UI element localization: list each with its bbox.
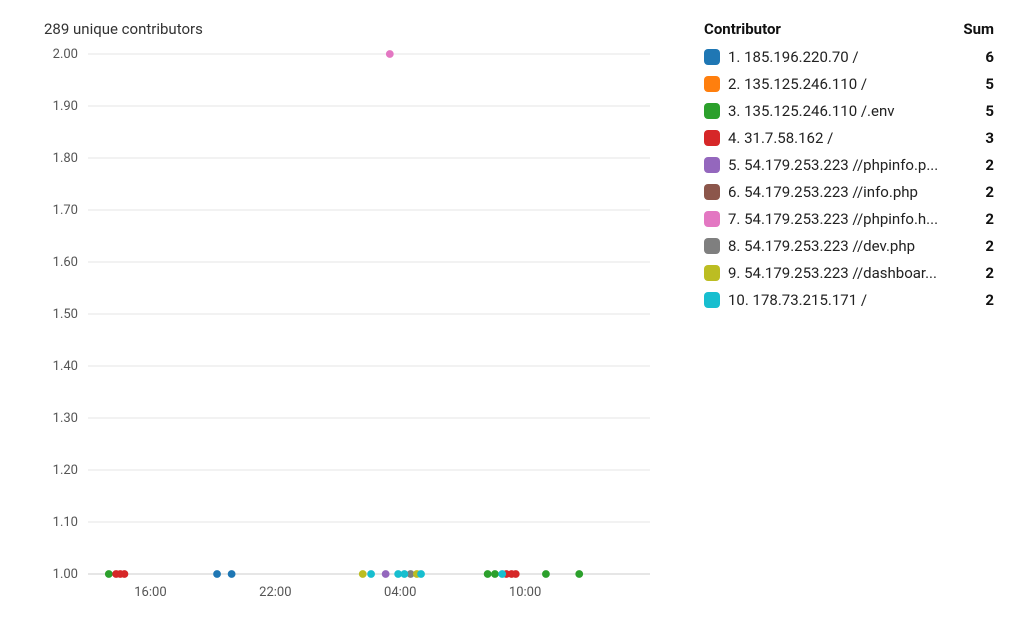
legend-label: 1. 185.196.220.70 / bbox=[728, 48, 859, 66]
legend-row-left: 3. 135.125.246.110 /.env bbox=[704, 102, 975, 120]
svg-text:1.70: 1.70 bbox=[53, 203, 78, 218]
legend-label: 10. 178.73.215.171 / bbox=[728, 291, 867, 309]
plot-area[interactable]: 1.00 1.10 1.20 1.30 1.40 1.50 1.60 1.70 1.80 1.90… bbox=[30, 48, 674, 617]
legend-row-left: 4. 31.7.58.162 / bbox=[704, 129, 975, 147]
legend-sum: 6 bbox=[975, 48, 994, 66]
legend-row-left: 2. 135.125.246.110 / bbox=[704, 75, 975, 93]
legend-label: 4. 31.7.58.162 / bbox=[728, 129, 833, 147]
legend-row-left: 8. 54.179.253.223 //dev.php bbox=[704, 237, 975, 255]
svg-text:1.10: 1.10 bbox=[53, 515, 78, 530]
chart-panel: 289 unique contributors 1.00 1.10 1.20 1.30… bbox=[30, 20, 674, 617]
legend-row[interactable]: 7. 54.179.253.223 //phpinfo.h... 2 bbox=[704, 210, 994, 228]
legend-label: 8. 54.179.253.223 //dev.php bbox=[728, 237, 915, 255]
legend-label: 7. 54.179.253.223 //phpinfo.h... bbox=[728, 210, 938, 228]
legend-label: 6. 54.179.253.223 //info.php bbox=[728, 183, 918, 201]
dashboard-container: 289 unique contributors 1.00 1.10 1.20 1.30… bbox=[0, 0, 1024, 627]
legend-row[interactable]: 1. 185.196.220.70 / 6 bbox=[704, 48, 994, 66]
svg-text:22:00: 22:00 bbox=[259, 585, 291, 600]
legend-swatch bbox=[704, 238, 720, 254]
svg-text:04:00: 04:00 bbox=[384, 585, 416, 600]
legend-sum: 2 bbox=[975, 183, 994, 201]
svg-text:10:00: 10:00 bbox=[509, 585, 541, 600]
legend-row[interactable]: 8. 54.179.253.223 //dev.php 2 bbox=[704, 237, 994, 255]
svg-text:1.60: 1.60 bbox=[53, 255, 78, 270]
chart-title: 289 unique contributors bbox=[30, 20, 674, 38]
legend-row-left: 10. 178.73.215.171 / bbox=[704, 291, 975, 309]
legend-row[interactable]: 5. 54.179.253.223 //phpinfo.p... 2 bbox=[704, 156, 994, 174]
legend-row-left: 7. 54.179.253.223 //phpinfo.h... bbox=[704, 210, 975, 228]
legend-sum: 5 bbox=[975, 75, 994, 93]
svg-text:1.30: 1.30 bbox=[53, 411, 78, 426]
legend-sum: 2 bbox=[975, 156, 994, 174]
svg-text:1.50: 1.50 bbox=[53, 307, 78, 322]
legend-label: 5. 54.179.253.223 //phpinfo.p... bbox=[728, 156, 938, 174]
legend-row[interactable]: 3. 135.125.246.110 /.env 5 bbox=[704, 102, 994, 120]
legend-swatch bbox=[704, 130, 720, 146]
scatter-chart[interactable]: 1.00 1.10 1.20 1.30 1.40 1.50 1.60 1.70 1.80 1.90… bbox=[30, 48, 660, 608]
legend-swatch bbox=[704, 211, 720, 227]
legend-row[interactable]: 2. 135.125.246.110 / 5 bbox=[704, 75, 994, 93]
legend-row[interactable]: 9. 54.179.253.223 //dashboar... 2 bbox=[704, 264, 994, 282]
legend-sum: 2 bbox=[975, 210, 994, 228]
legend-label: 2. 135.125.246.110 / bbox=[728, 75, 867, 93]
legend-label: 9. 54.179.253.223 //dashboar... bbox=[728, 264, 937, 282]
legend-swatch bbox=[704, 292, 720, 308]
legend-swatch bbox=[704, 103, 720, 119]
svg-text:16:00: 16:00 bbox=[134, 585, 166, 600]
legend-sum: 2 bbox=[975, 264, 994, 282]
svg-text:1.80: 1.80 bbox=[53, 151, 78, 166]
svg-text:1.40: 1.40 bbox=[53, 359, 78, 374]
legend-header-sum: Sum bbox=[963, 20, 994, 38]
legend-swatch bbox=[704, 76, 720, 92]
legend-header-label: Contributor bbox=[704, 20, 781, 38]
legend-sum: 2 bbox=[975, 237, 994, 255]
legend-row-left: 5. 54.179.253.223 //phpinfo.p... bbox=[704, 156, 975, 174]
legend-row-left: 1. 185.196.220.70 / bbox=[704, 48, 975, 66]
svg-text:2.00: 2.00 bbox=[53, 48, 78, 62]
legend-panel: Contributor Sum 1. 185.196.220.70 / 6 2. 1… bbox=[674, 20, 994, 617]
legend-row[interactable]: 10. 178.73.215.171 / 2 bbox=[704, 291, 994, 309]
legend-swatch bbox=[704, 49, 720, 65]
legend-sum: 2 bbox=[975, 291, 994, 309]
legend-row-left: 9. 54.179.253.223 //dashboar... bbox=[704, 264, 975, 282]
svg-text:1.00: 1.00 bbox=[53, 567, 78, 582]
legend-row-left: 6. 54.179.253.223 //info.php bbox=[704, 183, 975, 201]
legend-rows: 1. 185.196.220.70 / 6 2. 135.125.246.110 /… bbox=[704, 48, 994, 309]
legend-label: 3. 135.125.246.110 /.env bbox=[728, 102, 895, 120]
legend-sum: 3 bbox=[975, 129, 994, 147]
svg-text:1.90: 1.90 bbox=[53, 99, 78, 114]
svg-text:1.20: 1.20 bbox=[53, 463, 78, 478]
legend-swatch bbox=[704, 184, 720, 200]
legend-row[interactable]: 4. 31.7.58.162 / 3 bbox=[704, 129, 994, 147]
legend-header: Contributor Sum bbox=[704, 20, 994, 38]
legend-sum: 5 bbox=[975, 102, 994, 120]
legend-swatch bbox=[704, 157, 720, 173]
legend-swatch bbox=[704, 265, 720, 281]
legend-row[interactable]: 6. 54.179.253.223 //info.php 2 bbox=[704, 183, 994, 201]
